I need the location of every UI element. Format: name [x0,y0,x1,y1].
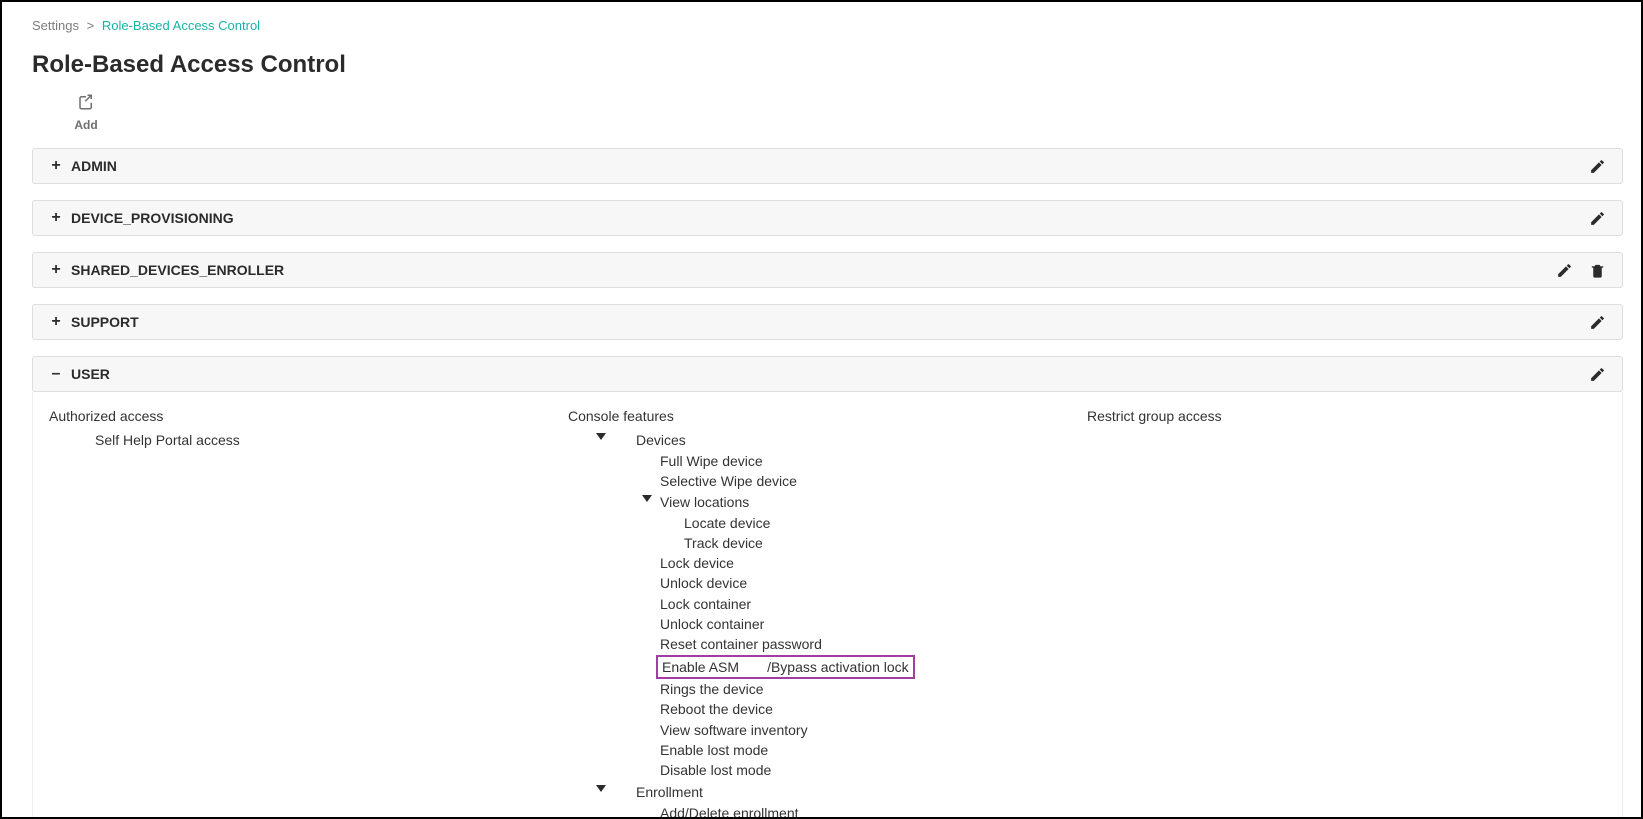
item-selective-wipe[interactable]: Selective Wipe device [660,471,1087,491]
role-admin-actions [1589,158,1606,175]
item-disable-lost-mode[interactable]: Disable lost mode [660,760,1087,780]
add-label: Add [74,118,97,132]
item-reboot-device[interactable]: Reboot the device [660,699,1087,719]
role-devprov-left: + DEVICE_PROVISIONING [49,209,234,227]
col-console-features: Console features Devices Full Wipe devic… [568,408,1087,819]
add-icon [77,93,95,116]
role-admin-header[interactable]: + ADMIN [32,148,1623,184]
item-locate-device[interactable]: Locate device [684,513,1087,533]
item-enable-lost-mode[interactable]: Enable lost mode [660,740,1087,760]
role-user-body: Authorized access Self Help Portal acces… [32,392,1623,819]
page-inner: Settings > Role-Based Access Control Rol… [2,2,1641,819]
role-shared-left: + SHARED_DEVICES_ENROLLER [49,261,284,279]
page-title: Role-Based Access Control [32,51,1623,79]
item-enable-asm-a: Enable ASM [662,659,739,675]
tree-enrollment-label: Enrollment [636,784,703,800]
add-button[interactable]: Add [66,93,106,132]
role-support-left: + SUPPORT [49,313,139,331]
tree-view-locations-children: Locate device Track device [660,513,1087,554]
expand-icon: + [49,261,63,279]
role-user: – USER Authorized access Self Help Porta… [32,356,1623,819]
col-console-title: Console features [568,408,1087,424]
item-lock-device[interactable]: Lock device [660,553,1087,573]
tree-devices-label: Devices [636,432,686,448]
role-shared-actions [1556,262,1606,279]
role-support-actions [1589,314,1606,331]
tree-devices[interactable]: Devices Full Wipe device Selective Wipe … [614,430,1087,780]
edit-button[interactable] [1589,158,1606,175]
role-admin-name: ADMIN [71,158,117,174]
caret-down-icon [596,433,606,440]
tree-enrollment-children: Add/Delete enrollment Notify user [636,803,1087,819]
role-admin: + ADMIN [32,148,1623,184]
role-devprov-name: DEVICE_PROVISIONING [71,210,234,226]
item-software-inventory[interactable]: View software inventory [660,720,1087,740]
edit-button[interactable] [1589,366,1606,383]
role-user-name: USER [71,366,110,382]
role-shared: + SHARED_DEVICES_ENROLLER [32,252,1623,288]
role-shared-name: SHARED_DEVICES_ENROLLER [71,262,284,278]
expand-icon: + [49,209,63,227]
page-frame: Settings > Role-Based Access Control Rol… [0,0,1643,819]
edit-button[interactable] [1589,210,1606,227]
item-rings-device[interactable]: Rings the device [660,679,1087,699]
item-unlock-container[interactable]: Unlock container [660,614,1087,634]
role-user-left: – USER [49,365,110,383]
item-enable-asm-bypass[interactable]: Enable ASM/Bypass activation lock [660,655,1087,679]
edit-button[interactable] [1556,262,1573,279]
breadcrumb-sep: > [87,18,95,33]
role-support-name: SUPPORT [71,314,139,330]
item-enable-asm-b: /Bypass activation lock [767,659,909,675]
edit-button[interactable] [1589,314,1606,331]
role-devprov-header[interactable]: + DEVICE_PROVISIONING [32,200,1623,236]
caret-down-icon [596,785,606,792]
item-reset-container-password[interactable]: Reset container password [660,634,1087,654]
item-lock-container[interactable]: Lock container [660,594,1087,614]
tree-view-locations[interactable]: View locations Locate device Track devic… [660,492,1087,554]
expand-icon: + [49,157,63,175]
tree-enrollment[interactable]: Enrollment Add/Delete enrollment Notify … [614,782,1087,819]
role-devprov: + DEVICE_PROVISIONING [32,200,1623,236]
role-admin-left: + ADMIN [49,157,117,175]
expand-icon: + [49,313,63,331]
role-support: + SUPPORT [32,304,1623,340]
item-full-wipe[interactable]: Full Wipe device [660,451,1087,471]
collapse-icon: – [49,365,63,383]
caret-down-icon [642,495,652,502]
item-add-delete-enrollment[interactable]: Add/Delete enrollment [660,803,1087,819]
highlight-box: Enable ASM/Bypass activation lock [656,655,915,679]
auth-item-selfhelp[interactable]: Self Help Portal access [49,430,568,451]
col-restrict-title: Restrict group access [1087,408,1606,424]
item-unlock-device[interactable]: Unlock device [660,573,1087,593]
breadcrumb-root[interactable]: Settings [32,18,79,33]
role-support-header[interactable]: + SUPPORT [32,304,1623,340]
col-authorized-access: Authorized access Self Help Portal acces… [49,408,568,819]
item-track-device[interactable]: Track device [684,533,1087,553]
delete-button[interactable] [1589,262,1606,279]
tree-view-locations-label: View locations [660,494,749,510]
role-user-actions [1589,366,1606,383]
role-shared-header[interactable]: + SHARED_DEVICES_ENROLLER [32,252,1623,288]
tree-devices-children: Full Wipe device Selective Wipe device V… [636,451,1087,780]
breadcrumb: Settings > Role-Based Access Control [32,18,1623,33]
breadcrumb-current[interactable]: Role-Based Access Control [102,18,260,33]
col-auth-title: Authorized access [49,408,568,424]
role-devprov-actions [1589,210,1606,227]
role-user-header[interactable]: – USER [32,356,1623,392]
col-restrict-group: Restrict group access [1087,408,1606,819]
console-tree: Devices Full Wipe device Selective Wipe … [568,430,1087,819]
